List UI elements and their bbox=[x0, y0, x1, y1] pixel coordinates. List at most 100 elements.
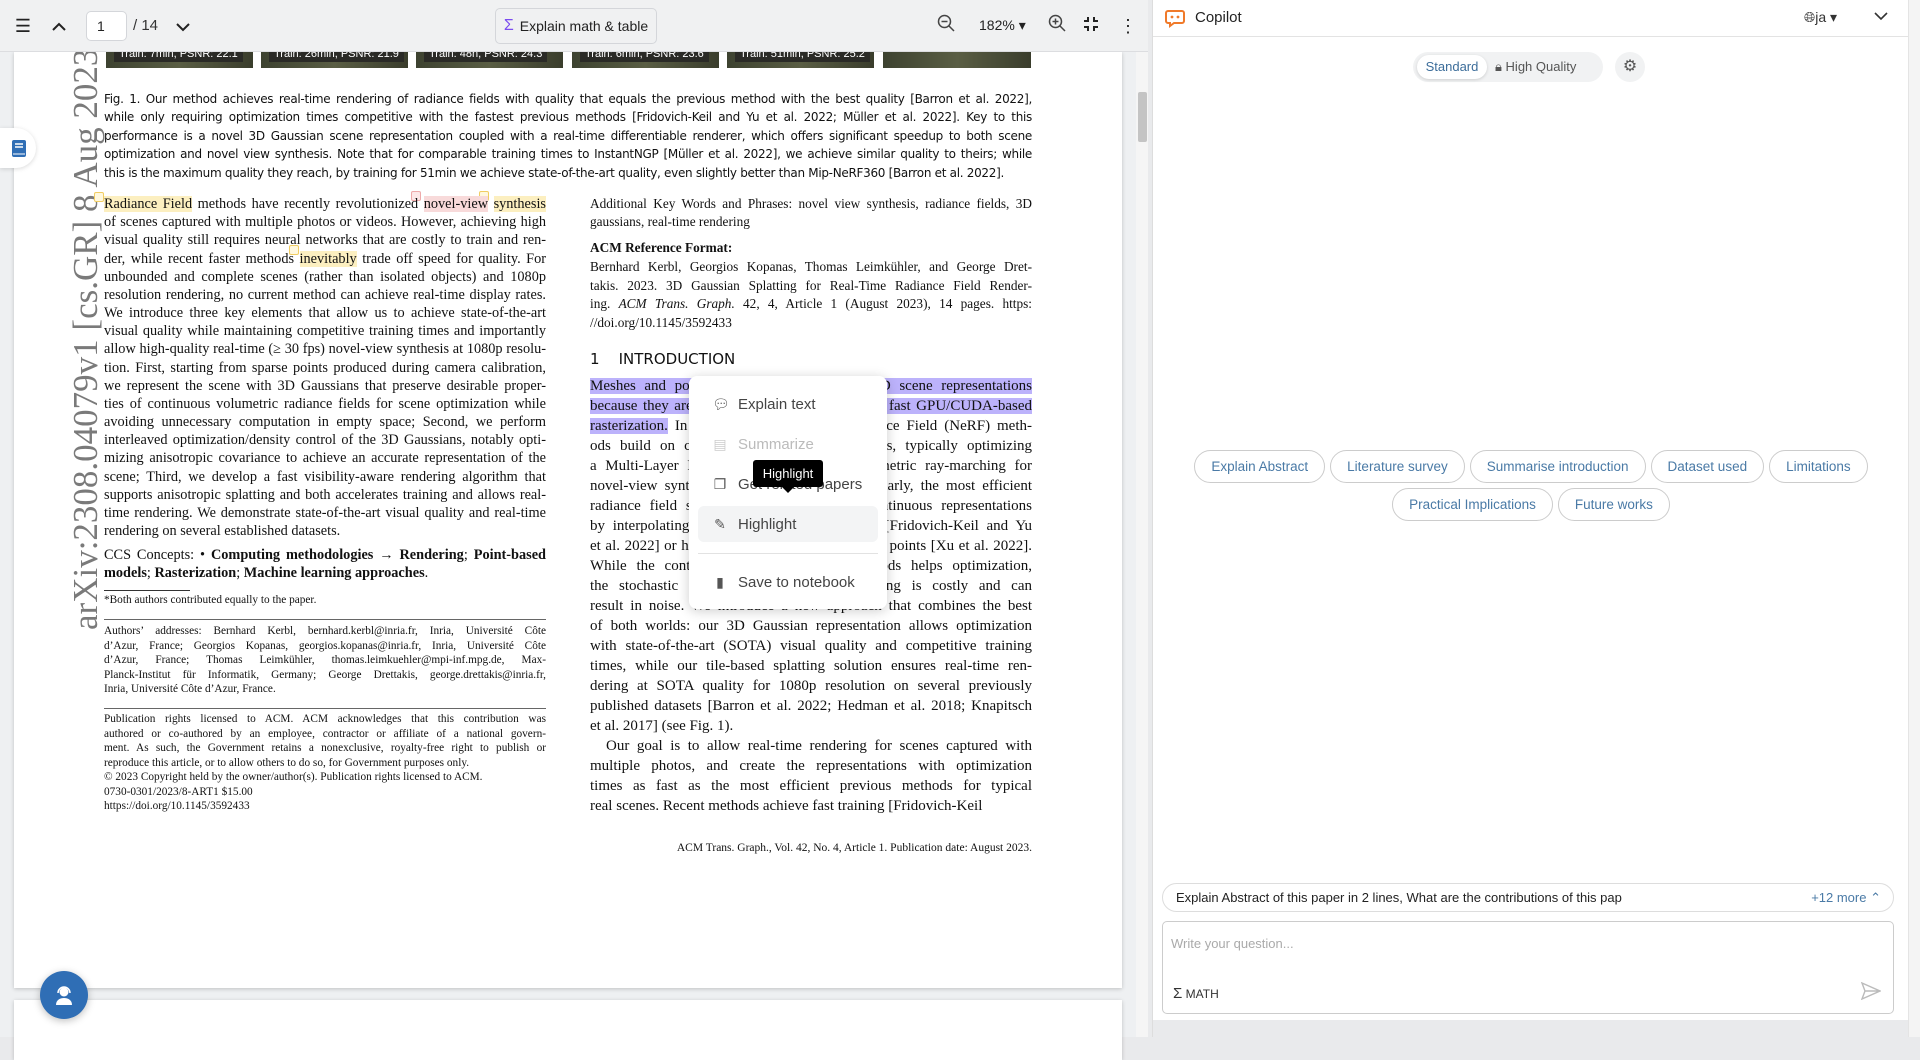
text-line: gaussians, real-time rendering bbox=[590, 214, 750, 230]
explain-math-table-button[interactable]: Σ Explain math & table bbox=[495, 8, 657, 44]
note-icon[interactable] bbox=[94, 192, 104, 202]
suggested-question-bar[interactable]: Explain Abstract of this paper in 2 line… bbox=[1162, 883, 1894, 912]
more-suggestions-button[interactable]: +12 more ⌃ bbox=[1811, 884, 1881, 911]
text-line: 0730-0301/2023/8-ART1 $15.00 bbox=[104, 785, 253, 798]
text-span: . bbox=[424, 565, 429, 582]
publication-rights: Publication rights licensed to ACM. ACM … bbox=[104, 712, 546, 814]
highlighted-text[interactable]: novel-view bbox=[423, 196, 489, 212]
ccs-concepts: CCS Concepts: • Computing methodologies … bbox=[104, 546, 546, 582]
suggested-question[interactable]: Explain Abstract of this paper in 2 line… bbox=[1176, 890, 1622, 905]
section-heading: 1 INTRODUCTION bbox=[590, 350, 736, 368]
quality-mode-toggle: Standard 🔒︎ High Quality bbox=[1413, 52, 1603, 82]
copilot-logo-icon bbox=[1165, 10, 1185, 28]
menu-label: Save to notebook bbox=[738, 573, 855, 591]
question-input[interactable]: Write your question... Σ MATH bbox=[1162, 921, 1894, 1014]
text-line: der, while recent faster methods inevita… bbox=[104, 250, 546, 268]
globe-icon: 🌐︎ bbox=[1804, 9, 1816, 25]
divider bbox=[104, 708, 546, 709]
scrollbar-thumb[interactable] bbox=[1138, 92, 1147, 142]
copy-icon: ❐ bbox=[713, 475, 727, 492]
figure-tile: Train: 6min, PSNR: 23.6 bbox=[572, 52, 719, 68]
figure-tile bbox=[883, 52, 1031, 68]
language-select[interactable]: 🌐︎ja ▾ bbox=[1804, 9, 1837, 26]
text-span: methods have recently revolutionized bbox=[192, 196, 424, 212]
highlighted-text[interactable]: Radiance Field bbox=[104, 196, 193, 212]
text-line: takis. 2023. 3D Gaussian Splatting for R… bbox=[590, 277, 1032, 293]
chip-summarise-introduction[interactable]: Summarise introduction bbox=[1469, 450, 1646, 483]
chip-limitations[interactable]: Limitations bbox=[1769, 450, 1868, 483]
zoom-select[interactable]: 182% ▾ bbox=[979, 17, 1026, 34]
chevron-up-icon[interactable] bbox=[47, 14, 71, 38]
highlighted-text[interactable]: inevitably bbox=[299, 250, 357, 267]
text-line: ing. ACM Trans. Graph. 42, 4, Article 1 … bbox=[590, 295, 1032, 314]
text-line: models; Rasterization; Machine learning … bbox=[104, 564, 546, 582]
text-line: visual quality while maintaining competi… bbox=[104, 323, 546, 340]
support-button[interactable] bbox=[40, 971, 88, 1019]
zoom-out-icon[interactable] bbox=[934, 14, 958, 38]
highlighted-text[interactable]: synthesis bbox=[493, 196, 546, 212]
text-line: supports anisotropic splatting and both … bbox=[104, 486, 546, 503]
zoom-level: 182% bbox=[979, 17, 1015, 33]
support-agent-icon bbox=[56, 986, 72, 1005]
highlighter-icon: ✎ bbox=[714, 515, 726, 532]
fit-page-icon[interactable] bbox=[1079, 14, 1103, 38]
tile-label: Train: 26min, PSNR: 21.9 bbox=[269, 52, 404, 62]
text-line: published datasets [Barron et al. 2022; … bbox=[590, 698, 1032, 714]
chevron-down-icon[interactable] bbox=[171, 14, 195, 38]
mode-standard[interactable]: Standard bbox=[1417, 55, 1487, 79]
text-line: © 2023 Copyright held by the owner/autho… bbox=[104, 771, 483, 783]
text-line: d’Azur, France; Thomas Leimkühler, thoma… bbox=[104, 654, 546, 666]
lock-icon: 🔒︎ bbox=[1495, 59, 1502, 74]
menu-item-highlight[interactable]: ✎ Highlight bbox=[698, 506, 878, 542]
keywords: Additional Key Words and Phrases: novel … bbox=[590, 195, 1032, 231]
pdf-page-2 bbox=[14, 1000, 1122, 1060]
text-span: Rendering bbox=[399, 547, 464, 563]
text-line: Inria, Université Côte d’Azur, France. bbox=[104, 683, 276, 695]
button-label: Explain math & table bbox=[519, 18, 649, 34]
panel-scrollbar[interactable] bbox=[1908, 0, 1920, 1037]
chip-practical-implications[interactable]: Practical Implications bbox=[1392, 488, 1553, 521]
text-span: 42, 4, Article 1 (August 2023), 14 pages… bbox=[734, 296, 1032, 312]
text-span: ACM Trans. Graph. bbox=[618, 296, 735, 312]
settings-gear-icon[interactable]: ⚙ bbox=[1615, 52, 1645, 82]
scrollbar[interactable] bbox=[1136, 52, 1148, 1037]
acm-reference: Bernhard Kerbl, Georgios Kopanas, Thomas… bbox=[590, 258, 1032, 332]
page-total: / 14 bbox=[133, 17, 159, 34]
menu-item-summarize[interactable]: ▤ Summarize bbox=[698, 426, 878, 462]
text-line: Bernhard Kerbl, Georgios Kopanas, Thomas… bbox=[590, 259, 1032, 274]
text-line: multiple photos, and create the represen… bbox=[590, 758, 1032, 774]
figure-strip: Train: 7min, PSNR: 22.1 Train: 26min, PS… bbox=[14, 52, 1122, 72]
tooltip: Highlight bbox=[753, 460, 823, 493]
send-icon[interactable] bbox=[1860, 981, 1882, 1005]
tile-label: Train: 51min, PSNR: 25.2 bbox=[735, 52, 870, 62]
selected-text[interactable]: rasterization. bbox=[590, 418, 668, 434]
footnote-equal: *Both authors contributed equally to the… bbox=[104, 594, 317, 606]
chip-dataset-used[interactable]: Dataset used bbox=[1650, 450, 1765, 483]
list-icon: ▤ bbox=[713, 435, 727, 452]
suggestion-chips-row: Practical Implications Future works bbox=[1153, 488, 1909, 521]
text-line: Radiance Field methods have recently rev… bbox=[104, 195, 546, 213]
suggestion-chips-row: Explain Abstract Literature survey Summa… bbox=[1153, 450, 1909, 483]
text-line: Authors’ addresses: Bernhard Kerbl, bern… bbox=[104, 625, 546, 637]
menu-item-save-notebook[interactable]: ▮ Save to notebook bbox=[698, 564, 878, 600]
collapse-chevron-icon[interactable] bbox=[1873, 8, 1889, 29]
chip-literature-survey[interactable]: Literature survey bbox=[1330, 450, 1465, 483]
page-number-input[interactable]: 1 bbox=[86, 11, 127, 41]
text-line: performance is a novel 3D Gaussian scene… bbox=[104, 128, 1032, 143]
menu-item-explain-text[interactable]: 💬︎ Explain text bbox=[698, 386, 878, 422]
text-line: unbounded and complete scenes (rather th… bbox=[104, 268, 546, 285]
page-footer: ACM Trans. Graph., Vol. 42, No. 4, Artic… bbox=[676, 842, 1032, 854]
chip-explain-abstract[interactable]: Explain Abstract bbox=[1194, 450, 1326, 483]
text-span: ing. bbox=[590, 296, 619, 312]
mode-high-quality[interactable]: 🔒︎ High Quality bbox=[1495, 55, 1576, 79]
figure-caption: Fig. 1. Our method achieves real-time re… bbox=[104, 90, 1032, 182]
text-span: models bbox=[104, 565, 147, 582]
text-line: times, while our tile-based splatting so… bbox=[590, 658, 1032, 674]
menu-icon[interactable]: ☰ bbox=[11, 14, 35, 38]
more-options-icon[interactable]: ⋮ bbox=[1116, 14, 1140, 38]
zoom-in-icon[interactable] bbox=[1045, 14, 1069, 38]
chip-future-works[interactable]: Future works bbox=[1557, 488, 1670, 521]
math-toggle[interactable]: Σ MATH bbox=[1173, 985, 1219, 1002]
text-line: allow high-quality real-time (≥ 30 fps) … bbox=[104, 341, 546, 358]
text-line: visual quality still requires neural net… bbox=[104, 232, 546, 249]
